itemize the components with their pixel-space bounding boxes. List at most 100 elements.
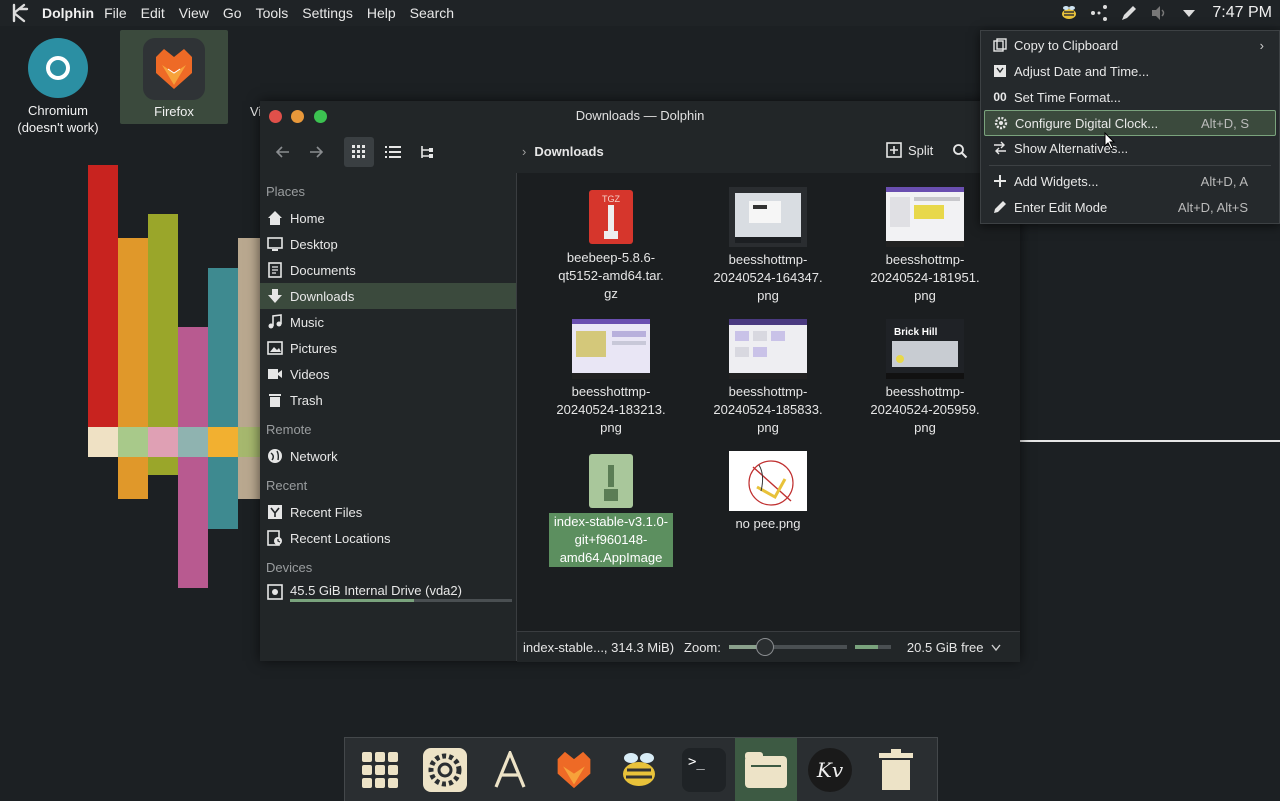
menu-item-enter-edit-mode[interactable]: Enter Edit Mode Alt+D, Alt+S (984, 195, 1274, 219)
menu-item-copy-to-clipboard[interactable]: Copy to Clipboard › (984, 33, 1274, 57)
image-thumbnail (729, 187, 807, 247)
place-documents[interactable]: Documents (260, 257, 516, 283)
place-trash[interactable]: Trash (260, 387, 516, 413)
place-music[interactable]: Music (260, 309, 516, 335)
place-recent-locations[interactable]: Recent Locations (260, 525, 516, 551)
menu-edit[interactable]: Edit (141, 5, 165, 21)
file-item[interactable]: beesshottmp- 20240524-185833. png (706, 319, 830, 437)
place-label: Documents (290, 262, 356, 278)
details-view-button[interactable] (378, 137, 408, 167)
copy-icon (989, 38, 1011, 52)
place-label: Music (290, 314, 324, 330)
menu-item-label: Set Time Format... (1014, 89, 1121, 105)
menu-item-configure-digital-clock[interactable]: Configure Digital Clock... Alt+D, S (984, 110, 1276, 136)
dock-terminal[interactable]: >_ (673, 738, 735, 801)
file-item[interactable]: beesshottmp- 20240524-181951. png (863, 187, 987, 305)
image-thumbnail (729, 451, 807, 511)
dock-beebeep[interactable] (608, 738, 670, 801)
menu-item-label: Configure Digital Clock... (1015, 115, 1159, 131)
file-name: beesshottmp- 20240524-183213. png (556, 384, 666, 435)
place-recent-files[interactable]: Recent Files (260, 499, 516, 525)
wallpaper-line (1020, 440, 1280, 442)
breadcrumb-downloads[interactable]: Downloads (534, 144, 603, 159)
menu-view[interactable]: View (179, 5, 209, 21)
menu-go[interactable]: Go (223, 5, 242, 21)
kv-icon: Kv (808, 747, 852, 792)
wallpaper-bar (208, 268, 238, 427)
place-pictures[interactable]: Pictures (260, 335, 516, 361)
menu-item-set-time-format[interactable]: 00 Set Time Format... (984, 85, 1274, 109)
network-icon[interactable] (1088, 2, 1110, 24)
digital-clock[interactable]: 7:47 PM (1212, 4, 1272, 22)
dock-kv[interactable]: Kv (799, 738, 861, 801)
place-downloads[interactable]: Downloads (260, 283, 516, 309)
place-network[interactable]: Network (260, 443, 516, 469)
free-space-label[interactable]: 20.5 GiB free (907, 640, 984, 655)
free-space-bar (854, 645, 891, 649)
back-button[interactable] (268, 137, 298, 167)
kde-launcher-icon[interactable] (10, 2, 32, 24)
wallpaper-bar (148, 214, 178, 427)
pencil-icon (989, 200, 1011, 214)
dock-app-grid[interactable] (349, 738, 411, 801)
file-item[interactable]: TGZ beebeep-5.8.6- qt5152-amd64.tar. gz (549, 189, 673, 303)
menu-file[interactable]: File (104, 5, 127, 21)
place-label: Trash (290, 392, 323, 408)
documents-icon (266, 261, 284, 279)
zoom-slider[interactable] (728, 638, 847, 656)
menu-item-label: Enter Edit Mode (1014, 199, 1108, 215)
zoom-slider-handle[interactable] (756, 638, 775, 656)
menu-item-add-widgets[interactable]: Add Widgets... Alt+D, A (984, 169, 1274, 193)
file-item[interactable]: beesshottmp- 20240524-164347. png (706, 187, 830, 305)
chromium-icon (28, 38, 88, 98)
wallpaper-bar (238, 457, 260, 499)
desktop-icon-firefox[interactable]: Firefox (120, 30, 228, 124)
place-desktop[interactable]: Desktop (260, 231, 516, 257)
search-button[interactable] (952, 143, 968, 164)
menu-item-label: Adjust Date and Time... (1014, 63, 1150, 79)
status-bar: index-stable..., 314.3 MiB) Zoom: 20.5 G… (517, 631, 1020, 662)
arrow-down-icon[interactable] (1178, 2, 1200, 24)
selection-info: index-stable..., 314.3 MiB) (523, 639, 675, 655)
alternatives-icon (989, 141, 1011, 155)
menu-help[interactable]: Help (367, 5, 396, 21)
desktop-icon-chromium[interactable]: Chromium (doesn't work) (4, 30, 112, 140)
menu-separator (989, 165, 1271, 166)
file-name: beesshottmp- 20240524-181951. png (870, 252, 980, 303)
global-menu-app-name[interactable]: Dolphin (42, 5, 94, 21)
dock-font-viewer[interactable] (479, 738, 541, 801)
beebeep-icon (623, 752, 655, 786)
window-titlebar[interactable]: Downloads — Dolphin (260, 101, 1020, 131)
file-item[interactable]: Brick Hill beesshottmp- 20240524-205959. p… (863, 319, 987, 437)
file-view[interactable]: TGZ beebeep-5.8.6- qt5152-amd64.tar. gz be… (517, 173, 1020, 631)
file-item[interactable]: beesshottmp- 20240524-183213. png (549, 319, 673, 437)
tree-view-button[interactable] (412, 137, 442, 167)
dock-settings[interactable] (414, 738, 476, 801)
system-tray: 7:47 PM (1058, 0, 1280, 26)
dock-file-manager[interactable] (735, 738, 797, 801)
menu-item-label: Add Widgets... (1014, 173, 1099, 189)
place-home[interactable]: Home (260, 205, 516, 231)
place-internal-drive[interactable]: 45.5 GiB Internal Drive (vda2) (260, 581, 516, 607)
dock-firefox[interactable] (543, 738, 605, 801)
forward-button[interactable] (301, 137, 331, 167)
file-item[interactable]: no pee.png (706, 451, 830, 533)
icons-view-button[interactable] (344, 137, 374, 167)
pen-icon[interactable] (1118, 2, 1140, 24)
chevron-down-icon[interactable] (991, 640, 1002, 655)
menu-settings[interactable]: Settings (302, 5, 353, 21)
menu-tools[interactable]: Tools (256, 5, 289, 21)
beebeep-icon[interactable] (1058, 2, 1080, 24)
place-label: Desktop (290, 236, 338, 252)
volume-muted-icon[interactable] (1148, 2, 1170, 24)
menu-search[interactable]: Search (410, 5, 454, 21)
dock-trash[interactable] (865, 738, 927, 801)
window-title: Downloads — Dolphin (575, 108, 705, 123)
menu-item-show-alternatives[interactable]: Show Alternatives... (984, 136, 1274, 160)
breadcrumb[interactable]: › Downloads (522, 144, 604, 159)
file-item[interactable]: index-stable-v3.1.0- git+f960148- amd64.Ap… (549, 453, 673, 567)
desktop-icon-label: Vi (250, 104, 260, 119)
menu-item-adjust-date-time[interactable]: Adjust Date and Time... (984, 59, 1274, 83)
split-button[interactable]: Split (886, 142, 933, 158)
place-videos[interactable]: Videos (260, 361, 516, 387)
